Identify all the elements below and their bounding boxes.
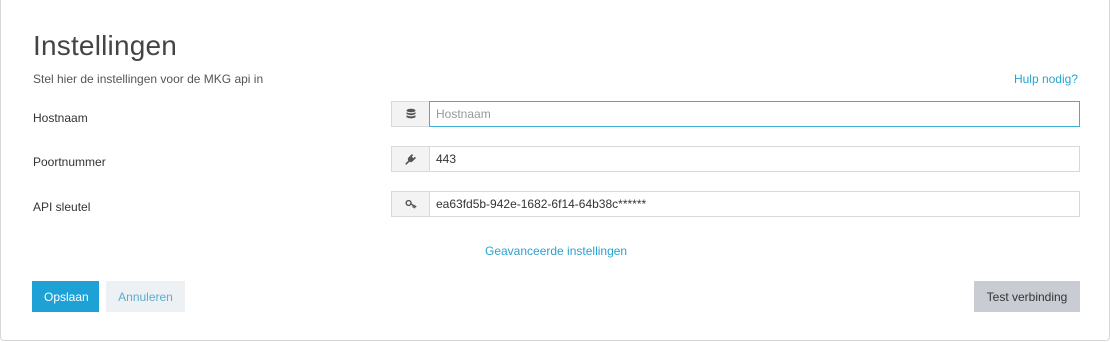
cancel-button[interactable]: Annuleren <box>106 281 185 312</box>
settings-panel: Instellingen Stel hier de instellingen v… <box>0 0 1110 341</box>
port-label: Poortnummer <box>33 155 106 169</box>
page-title: Instellingen <box>33 30 178 61</box>
advanced-settings-link[interactable]: Geavanceerde instellingen <box>485 244 627 258</box>
database-icon <box>391 101 429 127</box>
help-link[interactable]: Hulp nodig? <box>1014 72 1078 86</box>
api-key-label: API sleutel <box>33 200 91 214</box>
api-key-input-group <box>391 191 1080 217</box>
port-input-group <box>391 146 1080 172</box>
hostname-input[interactable] <box>429 101 1080 127</box>
hostname-label: Hostnaam <box>33 111 88 125</box>
api-key-input[interactable] <box>429 191 1080 217</box>
port-input[interactable] <box>429 146 1080 172</box>
save-button[interactable]: Opslaan <box>32 281 99 312</box>
plug-icon <box>391 146 429 172</box>
hostname-input-group <box>391 101 1080 127</box>
key-icon <box>391 191 429 217</box>
test-connection-button[interactable]: Test verbinding <box>974 281 1080 312</box>
page-subtitle: Stel hier de instellingen voor de MKG ap… <box>33 72 264 86</box>
